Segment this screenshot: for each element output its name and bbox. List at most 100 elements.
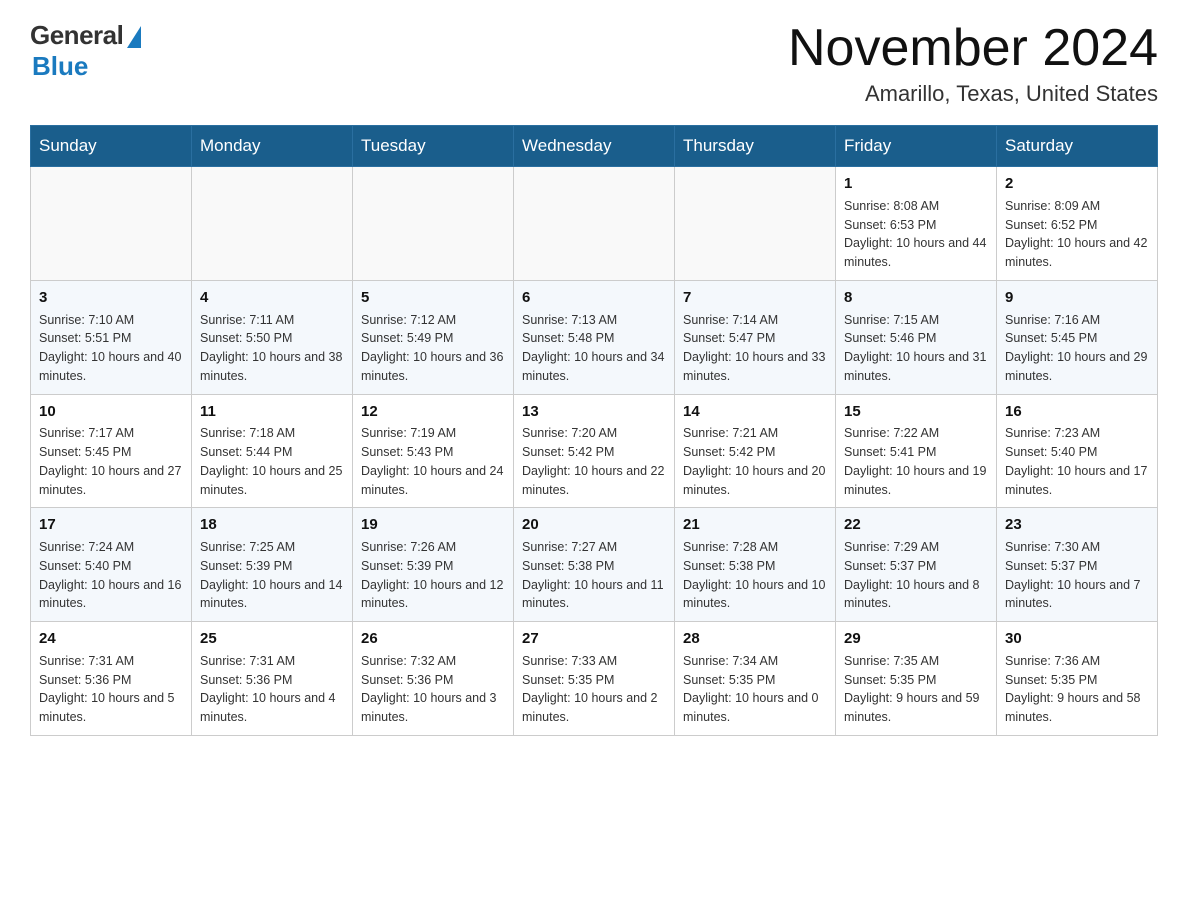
calendar-cell: 1Sunrise: 8:08 AM Sunset: 6:53 PM Daylig… [836,167,997,281]
calendar-cell: 8Sunrise: 7:15 AM Sunset: 5:46 PM Daylig… [836,280,997,394]
day-info: Sunrise: 7:31 AM Sunset: 5:36 PM Dayligh… [200,652,344,727]
day-number: 2 [1005,173,1149,195]
day-info: Sunrise: 7:18 AM Sunset: 5:44 PM Dayligh… [200,424,344,499]
day-number: 6 [522,287,666,309]
day-number: 5 [361,287,505,309]
calendar-cell: 11Sunrise: 7:18 AM Sunset: 5:44 PM Dayli… [192,394,353,508]
day-info: Sunrise: 7:21 AM Sunset: 5:42 PM Dayligh… [683,424,827,499]
day-number: 20 [522,514,666,536]
day-number: 29 [844,628,988,650]
calendar-table: SundayMondayTuesdayWednesdayThursdayFrid… [30,125,1158,736]
day-info: Sunrise: 8:08 AM Sunset: 6:53 PM Dayligh… [844,197,988,272]
day-number: 26 [361,628,505,650]
day-info: Sunrise: 7:20 AM Sunset: 5:42 PM Dayligh… [522,424,666,499]
calendar-cell: 15Sunrise: 7:22 AM Sunset: 5:41 PM Dayli… [836,394,997,508]
day-info: Sunrise: 7:22 AM Sunset: 5:41 PM Dayligh… [844,424,988,499]
day-number: 17 [39,514,183,536]
day-number: 13 [522,401,666,423]
day-number: 16 [1005,401,1149,423]
calendar-header-monday: Monday [192,126,353,167]
calendar-cell: 17Sunrise: 7:24 AM Sunset: 5:40 PM Dayli… [31,508,192,622]
calendar-cell: 19Sunrise: 7:26 AM Sunset: 5:39 PM Dayli… [353,508,514,622]
day-number: 14 [683,401,827,423]
calendar-header-friday: Friday [836,126,997,167]
calendar-header-saturday: Saturday [997,126,1158,167]
location: Amarillo, Texas, United States [788,81,1158,107]
calendar-header-sunday: Sunday [31,126,192,167]
calendar-cell: 3Sunrise: 7:10 AM Sunset: 5:51 PM Daylig… [31,280,192,394]
day-info: Sunrise: 7:26 AM Sunset: 5:39 PM Dayligh… [361,538,505,613]
day-number: 12 [361,401,505,423]
calendar-week-row: 24Sunrise: 7:31 AM Sunset: 5:36 PM Dayli… [31,622,1158,736]
day-info: Sunrise: 7:16 AM Sunset: 5:45 PM Dayligh… [1005,311,1149,386]
day-info: Sunrise: 7:23 AM Sunset: 5:40 PM Dayligh… [1005,424,1149,499]
calendar-week-row: 17Sunrise: 7:24 AM Sunset: 5:40 PM Dayli… [31,508,1158,622]
calendar-cell [192,167,353,281]
calendar-cell: 14Sunrise: 7:21 AM Sunset: 5:42 PM Dayli… [675,394,836,508]
calendar-header-wednesday: Wednesday [514,126,675,167]
calendar-cell: 26Sunrise: 7:32 AM Sunset: 5:36 PM Dayli… [353,622,514,736]
day-number: 11 [200,401,344,423]
month-title: November 2024 [788,20,1158,77]
day-info: Sunrise: 7:14 AM Sunset: 5:47 PM Dayligh… [683,311,827,386]
logo-triangle-icon [127,26,141,48]
day-number: 4 [200,287,344,309]
calendar-cell: 6Sunrise: 7:13 AM Sunset: 5:48 PM Daylig… [514,280,675,394]
logo: General Blue [30,20,141,82]
calendar-cell: 7Sunrise: 7:14 AM Sunset: 5:47 PM Daylig… [675,280,836,394]
calendar-cell: 20Sunrise: 7:27 AM Sunset: 5:38 PM Dayli… [514,508,675,622]
day-info: Sunrise: 8:09 AM Sunset: 6:52 PM Dayligh… [1005,197,1149,272]
calendar-cell [353,167,514,281]
day-number: 10 [39,401,183,423]
day-number: 7 [683,287,827,309]
calendar-cell: 21Sunrise: 7:28 AM Sunset: 5:38 PM Dayli… [675,508,836,622]
logo-blue: Blue [32,51,88,82]
calendar-cell: 18Sunrise: 7:25 AM Sunset: 5:39 PM Dayli… [192,508,353,622]
calendar-week-row: 1Sunrise: 8:08 AM Sunset: 6:53 PM Daylig… [31,167,1158,281]
day-number: 9 [1005,287,1149,309]
calendar-cell: 2Sunrise: 8:09 AM Sunset: 6:52 PM Daylig… [997,167,1158,281]
day-info: Sunrise: 7:11 AM Sunset: 5:50 PM Dayligh… [200,311,344,386]
day-number: 21 [683,514,827,536]
day-info: Sunrise: 7:25 AM Sunset: 5:39 PM Dayligh… [200,538,344,613]
day-info: Sunrise: 7:19 AM Sunset: 5:43 PM Dayligh… [361,424,505,499]
calendar-week-row: 10Sunrise: 7:17 AM Sunset: 5:45 PM Dayli… [31,394,1158,508]
day-number: 18 [200,514,344,536]
day-info: Sunrise: 7:31 AM Sunset: 5:36 PM Dayligh… [39,652,183,727]
calendar-cell: 10Sunrise: 7:17 AM Sunset: 5:45 PM Dayli… [31,394,192,508]
day-number: 27 [522,628,666,650]
calendar-cell: 27Sunrise: 7:33 AM Sunset: 5:35 PM Dayli… [514,622,675,736]
title-section: November 2024 Amarillo, Texas, United St… [788,20,1158,107]
calendar-cell: 30Sunrise: 7:36 AM Sunset: 5:35 PM Dayli… [997,622,1158,736]
day-number: 25 [200,628,344,650]
day-info: Sunrise: 7:35 AM Sunset: 5:35 PM Dayligh… [844,652,988,727]
calendar-header-row: SundayMondayTuesdayWednesdayThursdayFrid… [31,126,1158,167]
calendar-cell: 22Sunrise: 7:29 AM Sunset: 5:37 PM Dayli… [836,508,997,622]
calendar-cell: 13Sunrise: 7:20 AM Sunset: 5:42 PM Dayli… [514,394,675,508]
calendar-cell: 25Sunrise: 7:31 AM Sunset: 5:36 PM Dayli… [192,622,353,736]
day-number: 15 [844,401,988,423]
day-info: Sunrise: 7:32 AM Sunset: 5:36 PM Dayligh… [361,652,505,727]
calendar-cell: 5Sunrise: 7:12 AM Sunset: 5:49 PM Daylig… [353,280,514,394]
calendar-cell [675,167,836,281]
day-number: 3 [39,287,183,309]
day-info: Sunrise: 7:12 AM Sunset: 5:49 PM Dayligh… [361,311,505,386]
calendar-cell: 16Sunrise: 7:23 AM Sunset: 5:40 PM Dayli… [997,394,1158,508]
day-info: Sunrise: 7:29 AM Sunset: 5:37 PM Dayligh… [844,538,988,613]
day-info: Sunrise: 7:13 AM Sunset: 5:48 PM Dayligh… [522,311,666,386]
day-number: 1 [844,173,988,195]
day-info: Sunrise: 7:10 AM Sunset: 5:51 PM Dayligh… [39,311,183,386]
day-info: Sunrise: 7:36 AM Sunset: 5:35 PM Dayligh… [1005,652,1149,727]
day-info: Sunrise: 7:15 AM Sunset: 5:46 PM Dayligh… [844,311,988,386]
calendar-cell: 23Sunrise: 7:30 AM Sunset: 5:37 PM Dayli… [997,508,1158,622]
day-info: Sunrise: 7:30 AM Sunset: 5:37 PM Dayligh… [1005,538,1149,613]
day-info: Sunrise: 7:24 AM Sunset: 5:40 PM Dayligh… [39,538,183,613]
day-number: 28 [683,628,827,650]
logo-general: General [30,20,123,51]
day-number: 8 [844,287,988,309]
day-info: Sunrise: 7:33 AM Sunset: 5:35 PM Dayligh… [522,652,666,727]
calendar-week-row: 3Sunrise: 7:10 AM Sunset: 5:51 PM Daylig… [31,280,1158,394]
calendar-cell: 9Sunrise: 7:16 AM Sunset: 5:45 PM Daylig… [997,280,1158,394]
calendar-cell [514,167,675,281]
calendar-cell: 12Sunrise: 7:19 AM Sunset: 5:43 PM Dayli… [353,394,514,508]
